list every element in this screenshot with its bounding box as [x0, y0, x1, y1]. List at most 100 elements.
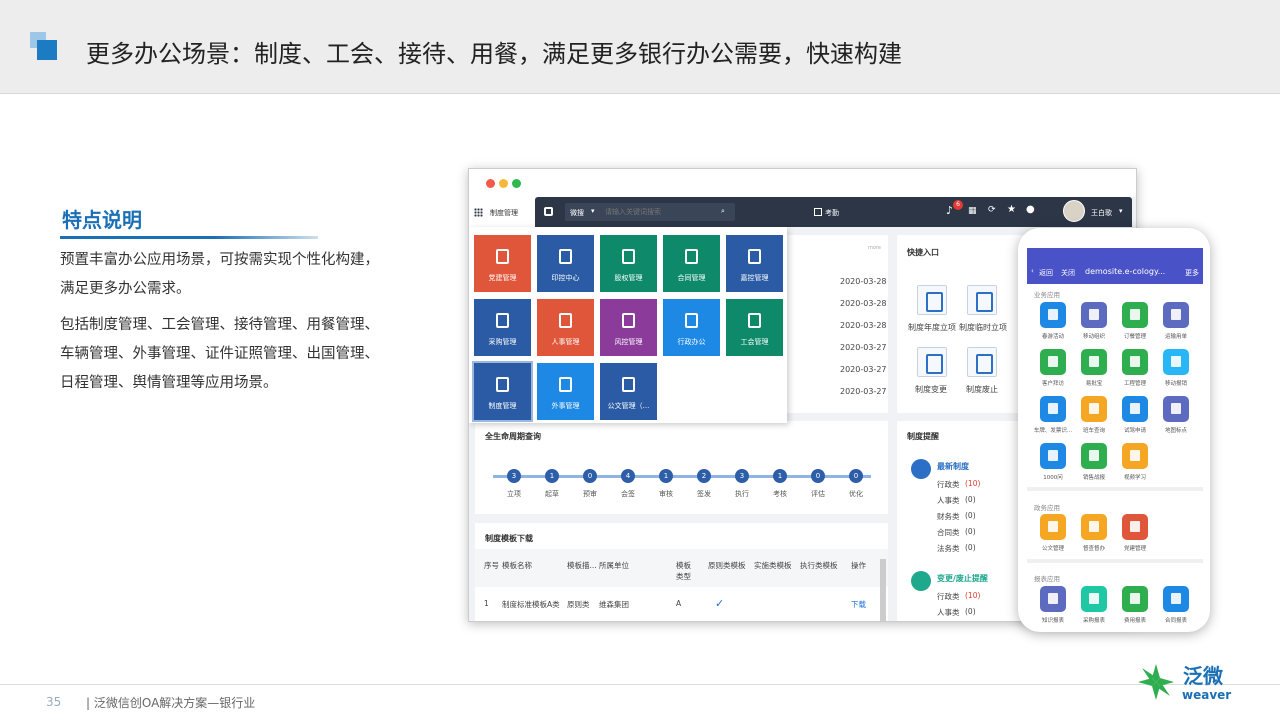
- app-icon[interactable]: [1040, 396, 1066, 422]
- app-icon[interactable]: [1081, 302, 1107, 328]
- category-label[interactable]: 人事类: [937, 607, 960, 618]
- app-label[interactable]: 销售战报: [1074, 473, 1114, 481]
- minimize-dot-icon[interactable]: [499, 179, 508, 188]
- quick-entry-label[interactable]: 制度废止: [966, 384, 998, 395]
- module-tile[interactable]: 制度管理: [472, 361, 533, 422]
- lifecycle-step[interactable]: 3: [735, 469, 749, 483]
- app-label[interactable]: 督查督办: [1074, 544, 1114, 552]
- search-box[interactable]: 微搜 ▾ ⌕: [565, 203, 735, 221]
- close-dot-icon[interactable]: [486, 179, 495, 188]
- module-tile[interactable]: 外事管理: [537, 363, 594, 420]
- star-icon[interactable]: ★: [1007, 204, 1016, 215]
- chat-icon[interactable]: ●: [1026, 204, 1035, 215]
- app-icon[interactable]: [1040, 349, 1066, 375]
- lifecycle-step[interactable]: 1: [659, 469, 673, 483]
- apps-icon[interactable]: [544, 207, 553, 216]
- app-icon[interactable]: [1122, 586, 1148, 612]
- back-button[interactable]: 返回: [1039, 268, 1053, 278]
- quick-entry-icon[interactable]: [967, 285, 997, 315]
- app-icon[interactable]: [1040, 514, 1066, 540]
- category-label[interactable]: 行政类: [937, 591, 960, 602]
- app-label[interactable]: 移动报销: [1156, 379, 1196, 387]
- app-icon[interactable]: [1122, 443, 1148, 469]
- app-icon[interactable]: [1122, 514, 1148, 540]
- lifecycle-step[interactable]: 0: [583, 469, 597, 483]
- lifecycle-step[interactable]: 0: [849, 469, 863, 483]
- more-button[interactable]: 更多: [1185, 268, 1199, 278]
- app-label[interactable]: 公文管理: [1033, 544, 1073, 552]
- category-label[interactable]: 财务类: [937, 511, 960, 522]
- app-label[interactable]: 试驾申请: [1115, 426, 1155, 434]
- app-icon[interactable]: [1163, 396, 1189, 422]
- lifecycle-step[interactable]: 1: [545, 469, 559, 483]
- app-label[interactable]: 客户拜访: [1033, 379, 1073, 387]
- app-label[interactable]: 订餐管理: [1115, 332, 1155, 340]
- app-icon[interactable]: [1040, 586, 1066, 612]
- module-tile[interactable]: 公文管理（...: [600, 363, 657, 420]
- app-icon[interactable]: [1122, 396, 1148, 422]
- app-icon[interactable]: [1040, 302, 1066, 328]
- module-tile[interactable]: 合同管理: [663, 235, 720, 292]
- app-icon[interactable]: [1163, 302, 1189, 328]
- lifecycle-step[interactable]: 3: [507, 469, 521, 483]
- app-label[interactable]: 采购报表: [1074, 616, 1114, 624]
- table-scrollbar[interactable]: [880, 559, 886, 621]
- panel-more[interactable]: more: [868, 245, 881, 251]
- app-label[interactable]: 春游活动: [1033, 332, 1073, 340]
- app-label[interactable]: 易批宝: [1074, 379, 1114, 387]
- app-icon[interactable]: [1122, 349, 1148, 375]
- lifecycle-step[interactable]: 0: [811, 469, 825, 483]
- bell-icon[interactable]: ♪: [946, 204, 953, 217]
- app-label[interactable]: 地图标点: [1156, 426, 1196, 434]
- module-tile[interactable]: 风控管理: [600, 299, 657, 356]
- lifecycle-step[interactable]: 4: [621, 469, 635, 483]
- quick-entry-icon[interactable]: [917, 285, 947, 315]
- app-label[interactable]: 党建管理: [1115, 544, 1155, 552]
- app-label[interactable]: 知识报表: [1033, 616, 1073, 624]
- app-icon[interactable]: [1081, 586, 1107, 612]
- attendance-link[interactable]: 考勤: [825, 208, 839, 218]
- module-tile[interactable]: 行政办公: [663, 299, 720, 356]
- app-label[interactable]: 班车查询: [1074, 426, 1114, 434]
- module-tile[interactable]: 党建管理: [474, 235, 531, 292]
- download-link[interactable]: 下载: [851, 599, 866, 610]
- quick-entry-icon[interactable]: [967, 347, 997, 377]
- lifecycle-step[interactable]: 2: [697, 469, 711, 483]
- category-label[interactable]: 法务类: [937, 543, 960, 554]
- quick-entry-label[interactable]: 制度变更: [915, 384, 947, 395]
- app-label[interactable]: 运输用单: [1156, 332, 1196, 340]
- app-icon[interactable]: [1081, 396, 1107, 422]
- app-label[interactable]: 车牌、发票识...: [1033, 426, 1073, 434]
- app-label[interactable]: 费用报表: [1115, 616, 1155, 624]
- app-label[interactable]: 视频学习: [1115, 473, 1155, 481]
- app-icon[interactable]: [1122, 302, 1148, 328]
- category-label[interactable]: 合同类: [937, 527, 960, 538]
- table-cell[interactable]: 制度标准模板A类: [502, 599, 560, 610]
- back-chevron-icon[interactable]: ‹: [1031, 267, 1034, 275]
- lifecycle-step[interactable]: 1: [773, 469, 787, 483]
- module-tile[interactable]: 嘉控管理: [726, 235, 783, 292]
- app-label[interactable]: 1000问: [1033, 473, 1073, 481]
- quick-entry-label[interactable]: 制度临时立项: [959, 322, 1007, 333]
- app-label[interactable]: 移动组织: [1074, 332, 1114, 340]
- search-icon[interactable]: ⌕: [721, 207, 725, 216]
- maximize-dot-icon[interactable]: [512, 179, 521, 188]
- category-label[interactable]: 人事类: [937, 495, 960, 506]
- user-name[interactable]: 王白歌: [1091, 208, 1112, 218]
- module-tile[interactable]: 股权管理: [600, 235, 657, 292]
- app-label[interactable]: 工程管理: [1115, 379, 1155, 387]
- app-label[interactable]: 合同报表: [1156, 616, 1196, 624]
- avatar[interactable]: [1063, 200, 1085, 222]
- app-icon[interactable]: [1040, 443, 1066, 469]
- grid-menu-icon[interactable]: ▦: [968, 206, 977, 216]
- module-tile[interactable]: 采购管理: [474, 299, 531, 356]
- app-icon[interactable]: [1081, 514, 1107, 540]
- search-scope[interactable]: 微搜: [570, 208, 584, 218]
- search-input[interactable]: [605, 206, 715, 218]
- close-button[interactable]: 关闭: [1061, 268, 1075, 278]
- module-switcher[interactable]: 制度管理: [469, 197, 535, 227]
- app-icon[interactable]: [1163, 349, 1189, 375]
- module-tile[interactable]: 人事管理: [537, 299, 594, 356]
- category-label[interactable]: 行政类: [937, 479, 960, 490]
- app-icon[interactable]: [1163, 586, 1189, 612]
